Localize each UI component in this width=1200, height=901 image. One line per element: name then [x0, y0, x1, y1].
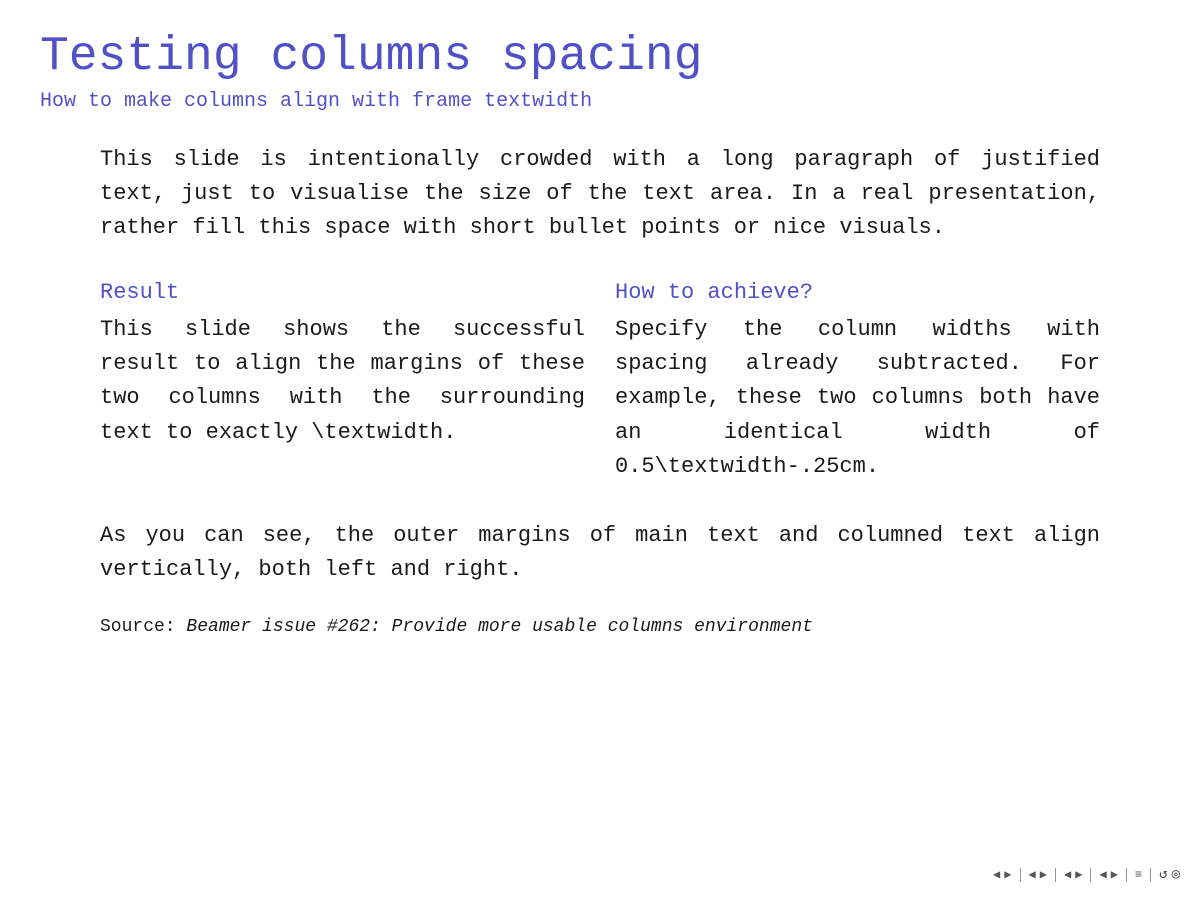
textwidth-right: 0.5\textwidth-.25cm	[615, 454, 866, 479]
left-column: Result This slide shows the successful r…	[100, 280, 585, 483]
nav-left-4[interactable]: ◀	[1099, 867, 1106, 882]
source-label: Source:	[100, 617, 186, 637]
nav-left-2[interactable]: ◀	[1029, 867, 1036, 882]
zoom-in-icon[interactable]: ◎	[1172, 866, 1180, 883]
nav-right-4[interactable]: ▶	[1111, 867, 1118, 882]
slide-content: This slide is intentionally crowded with…	[40, 133, 1160, 861]
slide-title: Testing columns spacing	[40, 30, 1160, 84]
source-line: Source: Beamer issue #262: Provide more …	[100, 615, 1100, 640]
right-column: How to achieve? Specify the column width…	[615, 280, 1100, 483]
left-column-text: This slide shows the successful result t…	[100, 313, 585, 449]
nav-right-1[interactable]: ▶	[1004, 867, 1011, 882]
source-citation: Beamer issue #262: Provide more usable c…	[186, 617, 813, 637]
nav-left-3[interactable]: ◀	[1064, 867, 1071, 882]
right-column-heading: How to achieve?	[615, 280, 1100, 305]
nav-controls[interactable]: ◀ ▶ ◀ ▶ ◀ ▶ ◀ ▶ ≡ ↺ ◎	[993, 866, 1180, 883]
nav-right-2[interactable]: ▶	[1040, 867, 1047, 882]
slide-subtitle: How to make columns align with frame tex…	[40, 90, 1160, 113]
nav-sep-3	[1090, 868, 1091, 882]
nav-sep-4	[1126, 868, 1127, 882]
nav-right-3[interactable]: ▶	[1075, 867, 1082, 882]
footer-nav: ◀ ▶ ◀ ▶ ◀ ▶ ◀ ▶ ≡ ↺ ◎	[993, 866, 1180, 883]
zoom-out-icon[interactable]: ↺	[1159, 866, 1167, 883]
textwidth-left: \textwidth	[311, 420, 443, 445]
right-column-text: Specify the column widths with spacing a…	[615, 313, 1100, 483]
slide-header: Testing columns spacing How to make colu…	[40, 30, 1160, 113]
columns-section: Result This slide shows the successful r…	[100, 280, 1100, 483]
nav-sep-1	[1020, 868, 1021, 882]
intro-paragraph: This slide is intentionally crowded with…	[100, 143, 1100, 245]
slide-container: Testing columns spacing How to make colu…	[0, 0, 1200, 901]
nav-left-1[interactable]: ◀	[993, 867, 1000, 882]
conclusion-paragraph: As you can see, the outer margins of mai…	[100, 519, 1100, 587]
nav-sep-2	[1055, 868, 1056, 882]
left-column-heading: Result	[100, 280, 585, 305]
nav-sep-5	[1150, 868, 1151, 882]
menu-icon[interactable]: ≡	[1135, 868, 1142, 882]
